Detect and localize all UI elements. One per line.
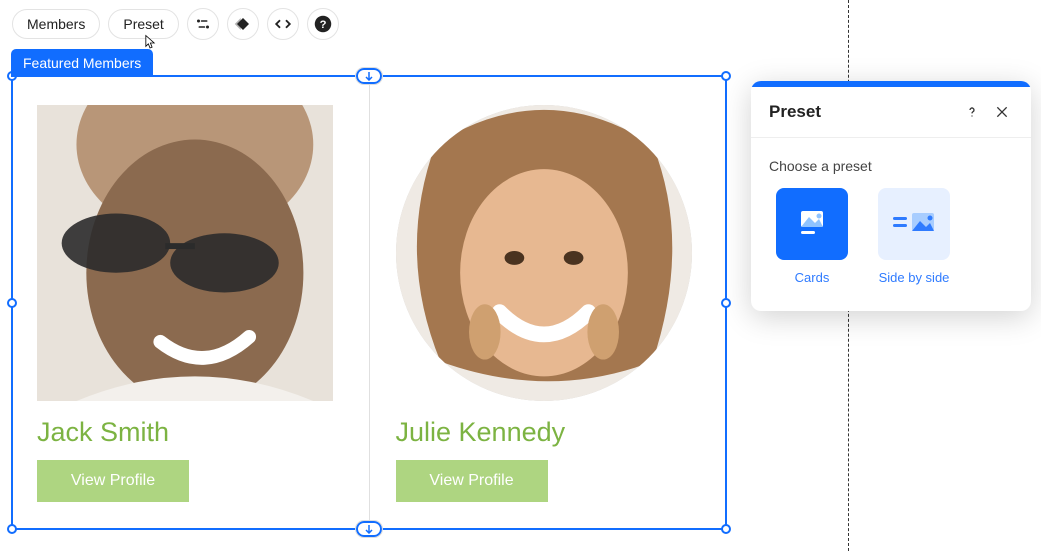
preset-panel: Preset Choose a preset Cards Side by sid… <box>751 81 1031 311</box>
panel-title: Preset <box>769 102 953 122</box>
resize-handle[interactable] <box>721 524 731 534</box>
resize-handle[interactable] <box>721 298 731 308</box>
preset-options: Cards Side by side <box>769 188 1013 285</box>
settings-icon[interactable] <box>187 8 219 40</box>
preset-label: Preset <box>123 16 163 32</box>
resize-handle[interactable] <box>7 524 17 534</box>
close-icon[interactable] <box>991 101 1013 123</box>
help-icon[interactable]: ? <box>307 8 339 40</box>
panel-header: Preset <box>751 87 1031 138</box>
svg-text:?: ? <box>319 19 326 31</box>
members-label: Members <box>27 16 85 32</box>
preset-thumb-side-icon <box>878 188 950 260</box>
animation-icon[interactable] <box>227 8 259 40</box>
preset-option-side-by-side[interactable]: Side by side <box>871 188 957 285</box>
panel-subtitle: Choose a preset <box>769 158 1013 174</box>
selection-badge: Featured Members <box>11 49 153 77</box>
resize-handle[interactable] <box>721 71 731 81</box>
selection-frame[interactable] <box>11 75 727 530</box>
toolbar: Members Preset ? <box>12 8 339 40</box>
drag-handle-bottom-icon[interactable] <box>355 520 383 538</box>
preset-option-label: Cards <box>769 270 855 285</box>
drag-handle-top-icon[interactable] <box>355 67 383 85</box>
preset-thumb-cards-icon <box>776 188 848 260</box>
stretch-icon[interactable] <box>267 8 299 40</box>
panel-help-icon[interactable] <box>961 101 983 123</box>
cursor-pointer-icon <box>140 33 160 58</box>
preset-option-cards[interactable]: Cards <box>769 188 855 285</box>
badge-label: Featured Members <box>23 55 141 71</box>
resize-handle[interactable] <box>7 298 17 308</box>
preset-option-label: Side by side <box>871 270 957 285</box>
members-button[interactable]: Members <box>12 9 100 39</box>
